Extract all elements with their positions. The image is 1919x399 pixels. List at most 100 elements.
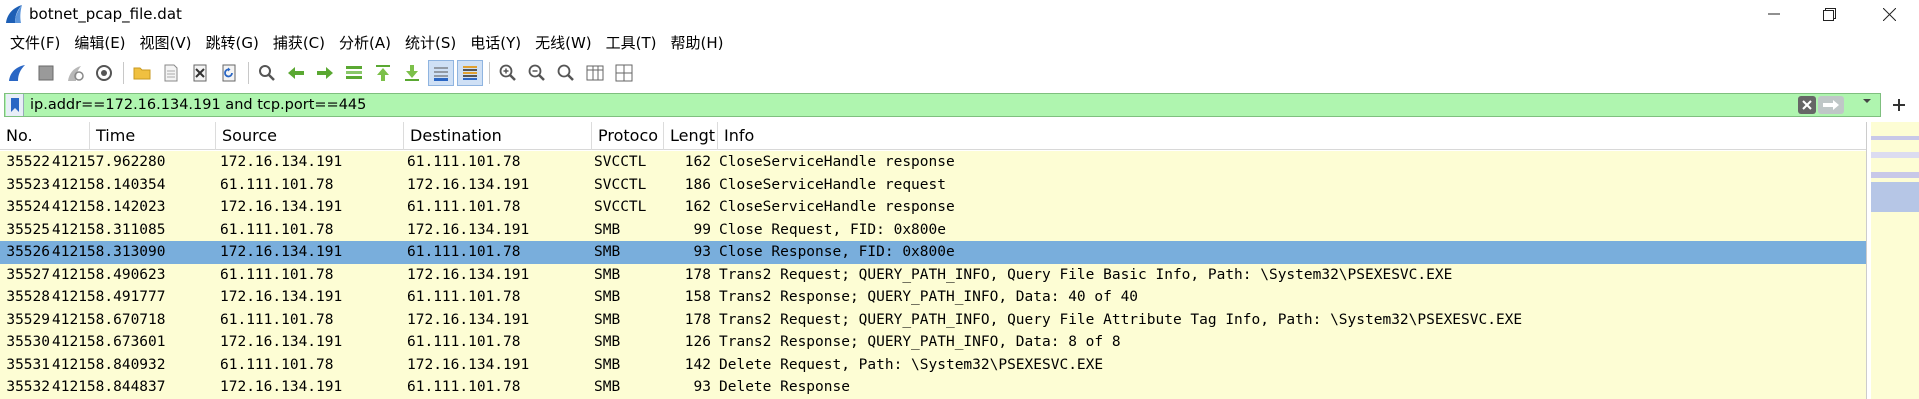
zoom-in-button[interactable] [495,60,521,86]
cell-time: 412158.313090 [52,244,166,260]
menu-go[interactable]: 跳转(G) [199,32,266,53]
restart-capture-button[interactable] [62,60,88,86]
cell-time: 412158.311085 [52,221,166,238]
cell-protocol: SMB [594,289,621,305]
open-folder-icon [133,67,151,80]
zoom-normal-button[interactable] [553,60,579,86]
autoscroll-button[interactable] [428,60,454,86]
packet-row[interactable]: 35524 412158.142023 172.16.134.191 61.111.1… [0,196,1866,219]
cell-destination: 61.111.101.78 [407,199,521,215]
packet-minimap-scrollbar[interactable] [1866,122,1919,399]
reload-file-button[interactable] [216,60,242,86]
go-forward-button[interactable] [312,60,338,86]
menu-telephony[interactable]: 电话(Y) [463,32,528,53]
filter-expression[interactable]: ip.addr==172.16.134.191 and tcp.port==44… [24,97,1880,113]
minimap-segment [1871,140,1919,152]
main-toolbar [0,58,1919,88]
close-button[interactable] [1859,0,1919,28]
cell-info: Trans2 Request; QUERY_PATH_INFO, Query F… [719,266,1453,283]
column-header-source[interactable]: Source [216,122,404,150]
packet-row[interactable]: 35528 412158.491777 172.16.134.191 61.111.1… [0,286,1866,309]
go-back-button[interactable] [283,60,309,86]
menu-tools[interactable]: 工具(T) [599,32,664,53]
cell-protocol: SMB [594,379,621,395]
cell-protocol: SVCCTL [594,176,647,193]
cell-source: 61.111.101.78 [220,311,334,328]
go-first-packet-button[interactable] [370,60,396,86]
apply-arrow-icon [1823,100,1839,110]
go-to-packet-button[interactable] [341,60,367,86]
close-file-button[interactable] [187,60,213,86]
menu-wireless[interactable]: 无线(W) [528,32,599,53]
packet-row[interactable]: 35530 412158.673601 172.16.134.191 61.111.1… [0,331,1866,354]
cell-source: 61.111.101.78 [220,356,334,373]
display-filter-input[interactable]: ip.addr==172.16.134.191 and tcp.port==44… [4,93,1881,117]
menu-view[interactable]: 视图(V) [133,32,199,53]
start-capture-button[interactable] [4,60,30,86]
toolbar-separator [489,62,490,84]
packet-row[interactable]: 35527 412158.490623 61.111.101.78 172.16.13… [0,263,1866,286]
cell-destination: 61.111.101.78 [407,379,521,395]
clear-filter-button[interactable] [1798,96,1816,114]
menu-analyze[interactable]: 分析(A) [332,32,398,53]
cell-source: 172.16.134.191 [220,244,343,260]
packet-row[interactable]: 35532 412158.844837 172.16.134.191 61.111.1… [0,376,1866,399]
open-file-button[interactable] [129,60,155,86]
cell-info: CloseServiceHandle request [719,176,946,193]
column-header-time[interactable]: Time [90,122,216,150]
window-title: botnet_pcap_file.dat [29,5,182,23]
menu-statistics[interactable]: 统计(S) [398,32,463,53]
packet-list-header: No. Time Source Destination Protoco Leng… [0,122,1866,150]
wireshark-logo-icon [6,5,22,23]
zoom-normal-icon [557,64,574,81]
apply-filter-button[interactable] [1818,96,1844,114]
cell-info: Delete Response [719,379,850,395]
cell-destination: 61.111.101.78 [407,289,521,305]
packet-row[interactable]: 35525 412158.311085 61.111.101.78 172.16.13… [0,218,1866,241]
menu-help[interactable]: 帮助(H) [664,32,731,53]
find-packet-button[interactable] [254,60,280,86]
cell-time: 412158.142023 [52,199,166,215]
packet-row[interactable]: 35522 412157.962280 172.16.134.191 61.111.1… [0,151,1866,174]
cell-source: 172.16.134.191 [220,289,343,305]
menu-capture[interactable]: 捕获(C) [266,32,332,53]
column-header-info[interactable]: Info [718,122,1866,150]
close-icon [1882,7,1896,21]
capture-options-button[interactable] [91,60,117,86]
cell-time: 412158.140354 [52,176,166,193]
packet-row[interactable]: 35526 412158.313090 172.16.134.191 61.111.1… [0,241,1866,264]
packet-row[interactable]: 35531 412158.840932 61.111.101.78 172.16.13… [0,353,1866,376]
menu-file[interactable]: 文件(F) [3,32,67,53]
cell-length: 126 [684,334,711,350]
save-file-button[interactable] [158,60,184,86]
cell-source: 172.16.134.191 [220,334,343,350]
column-header-destination[interactable]: Destination [404,122,592,150]
packet-row[interactable]: 35529 412158.670718 61.111.101.78 172.16.13… [0,308,1866,331]
column-header-protocol[interactable]: Protoco [592,122,664,150]
cell-length: 162 [684,199,711,215]
restore-icon [1822,7,1836,21]
go-last-packet-button[interactable] [399,60,425,86]
column-header-length[interactable]: Lengt [664,122,718,150]
filter-bookmark-button[interactable] [6,94,24,116]
column-header-no[interactable]: No. [0,122,90,150]
minimap-segment [1871,158,1919,172]
menu-edit[interactable]: 编辑(E) [67,32,132,53]
clear-filter-icon [1802,100,1812,110]
cell-info: CloseServiceHandle response [719,154,955,170]
cell-info: Close Response, FID: 0x800e [719,244,955,260]
zoom-out-button[interactable] [524,60,550,86]
resize-columns-button[interactable] [582,60,608,86]
minimize-button[interactable] [1744,0,1804,28]
layout-button[interactable] [611,60,637,86]
go-forward-icon [317,67,333,79]
filter-history-dropdown[interactable] [1862,97,1872,108]
restore-button[interactable] [1799,0,1859,28]
go-last-icon [405,65,419,81]
add-filter-button[interactable] [1884,92,1914,118]
stop-capture-button[interactable] [33,60,59,86]
cell-length: 99 [693,221,711,238]
packet-row[interactable]: 35523 412158.140354 61.111.101.78 172.16.13… [0,173,1866,196]
colorize-button[interactable] [457,60,483,86]
cell-source: 172.16.134.191 [220,379,343,395]
